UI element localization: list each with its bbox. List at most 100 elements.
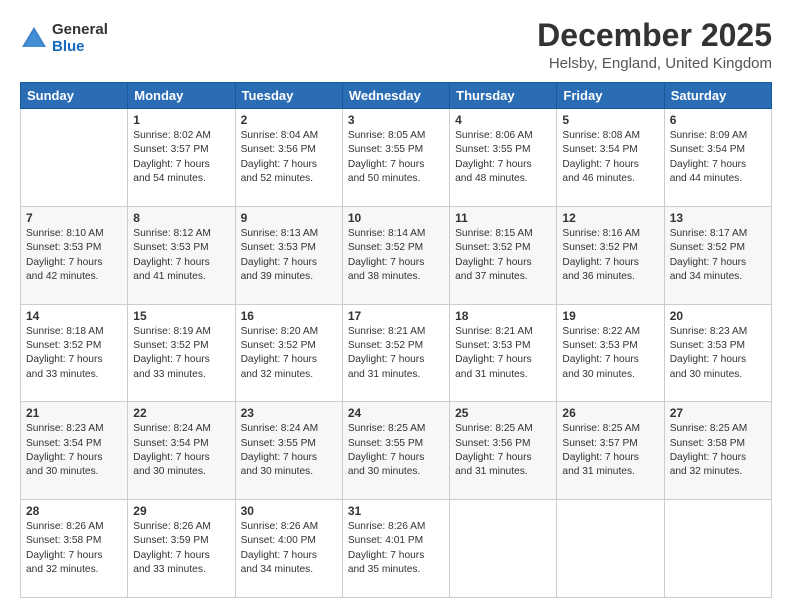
table-row: 20Sunrise: 8:23 AMSunset: 3:53 PMDayligh… bbox=[664, 304, 771, 402]
day-number: 12 bbox=[562, 211, 658, 225]
day-number: 1 bbox=[133, 113, 229, 127]
day-info: Sunrise: 8:25 AMSunset: 3:56 PMDaylight:… bbox=[455, 422, 551, 479]
day-info: Sunrise: 8:24 AMSunset: 3:55 PMDaylight:… bbox=[241, 422, 337, 479]
day-number: 6 bbox=[670, 113, 766, 127]
col-tuesday: Tuesday bbox=[235, 83, 342, 109]
day-number: 2 bbox=[241, 113, 337, 127]
calendar-header-row: Sunday Monday Tuesday Wednesday Thursday… bbox=[21, 83, 772, 109]
day-number: 7 bbox=[26, 211, 122, 225]
day-number: 3 bbox=[348, 113, 444, 127]
logo-general-text: General bbox=[52, 22, 108, 39]
day-number: 27 bbox=[670, 406, 766, 420]
table-row: 12Sunrise: 8:16 AMSunset: 3:52 PMDayligh… bbox=[557, 206, 664, 304]
table-row: 16 Sunrise: 8:20 AMSunset: 3:52 PMDayligh… bbox=[235, 304, 342, 402]
day-info: Sunrise: 8:17 AMSunset: 3:52 PMDaylight:… bbox=[670, 227, 766, 284]
day-number: 24 bbox=[348, 406, 444, 420]
day-number: 25 bbox=[455, 406, 551, 420]
day-number: 16 bbox=[241, 309, 337, 323]
day-number: 17 bbox=[348, 309, 444, 323]
day-info: Sunrise: 8:10 AMSunset: 3:53 PMDaylight:… bbox=[26, 227, 122, 284]
day-info: Sunrise: 8:26 AMSunset: 4:01 PMDaylight:… bbox=[348, 520, 444, 577]
col-thursday: Thursday bbox=[450, 83, 557, 109]
header: General Blue December 2025 Helsby, Engla… bbox=[20, 18, 772, 72]
day-info: Sunrise: 8:20 AMSunset: 3:52 PMDaylight:… bbox=[241, 325, 337, 382]
calendar-table: Sunday Monday Tuesday Wednesday Thursday… bbox=[20, 82, 772, 598]
table-row: 15 Sunrise: 8:19 AMSunset: 3:52 PMDayligh… bbox=[128, 304, 235, 402]
table-row: 27 Sunrise: 8:25 AMSunset: 3:58 PMDayligh… bbox=[664, 402, 771, 500]
day-info: Sunrise: 8:13 AMSunset: 3:53 PMDaylight:… bbox=[241, 227, 337, 284]
day-number: 15 bbox=[133, 309, 229, 323]
table-row: 10Sunrise: 8:14 AMSunset: 3:52 PMDayligh… bbox=[342, 206, 449, 304]
table-row: 26 Sunrise: 8:25 AMSunset: 3:57 PMDayligh… bbox=[557, 402, 664, 500]
table-row: 21 Sunrise: 8:23 AMSunset: 3:54 PMDayligh… bbox=[21, 402, 128, 500]
table-row: 29Sunrise: 8:26 AMSunset: 3:59 PMDayligh… bbox=[128, 500, 235, 598]
day-number: 8 bbox=[133, 211, 229, 225]
day-number: 18 bbox=[455, 309, 551, 323]
day-info: Sunrise: 8:08 AMSunset: 3:54 PMDaylight:… bbox=[562, 129, 658, 186]
table-row: 25 Sunrise: 8:25 AMSunset: 3:56 PMDayligh… bbox=[450, 402, 557, 500]
main-title: December 2025 bbox=[537, 18, 772, 53]
day-info: Sunrise: 8:26 AMSunset: 3:59 PMDaylight:… bbox=[133, 520, 229, 577]
day-info: Sunrise: 8:18 AMSunset: 3:52 PMDaylight:… bbox=[26, 325, 122, 382]
day-info: Sunrise: 8:25 AMSunset: 3:57 PMDaylight:… bbox=[562, 422, 658, 479]
logo-blue-text: Blue bbox=[52, 39, 108, 56]
day-number: 30 bbox=[241, 504, 337, 518]
col-friday: Friday bbox=[557, 83, 664, 109]
page: General Blue December 2025 Helsby, Engla… bbox=[0, 0, 792, 612]
col-saturday: Saturday bbox=[664, 83, 771, 109]
title-block: December 2025 Helsby, England, United Ki… bbox=[537, 18, 772, 72]
day-number: 23 bbox=[241, 406, 337, 420]
table-row: 30 Sunrise: 8:26 AMSunset: 4:00 PMDayligh… bbox=[235, 500, 342, 598]
table-row: 9 Sunrise: 8:13 AMSunset: 3:53 PMDaylight… bbox=[235, 206, 342, 304]
day-number: 11 bbox=[455, 211, 551, 225]
day-number: 4 bbox=[455, 113, 551, 127]
day-info: Sunrise: 8:19 AMSunset: 3:52 PMDaylight:… bbox=[133, 325, 229, 382]
table-row: 7 Sunrise: 8:10 AMSunset: 3:53 PMDaylight… bbox=[21, 206, 128, 304]
calendar-week-row: 7 Sunrise: 8:10 AMSunset: 3:53 PMDaylight… bbox=[21, 206, 772, 304]
day-info: Sunrise: 8:12 AMSunset: 3:53 PMDaylight:… bbox=[133, 227, 229, 284]
table-row: 24Sunrise: 8:25 AMSunset: 3:55 PMDayligh… bbox=[342, 402, 449, 500]
day-number: 19 bbox=[562, 309, 658, 323]
day-number: 14 bbox=[26, 309, 122, 323]
table-row: 17 Sunrise: 8:21 AMSunset: 3:52 PMDayligh… bbox=[342, 304, 449, 402]
table-row: 5 Sunrise: 8:08 AMSunset: 3:54 PMDaylight… bbox=[557, 109, 664, 207]
table-row: 6Sunrise: 8:09 AMSunset: 3:54 PMDaylight… bbox=[664, 109, 771, 207]
day-number: 5 bbox=[562, 113, 658, 127]
day-info: Sunrise: 8:21 AMSunset: 3:52 PMDaylight:… bbox=[348, 325, 444, 382]
day-info: Sunrise: 8:24 AMSunset: 3:54 PMDaylight:… bbox=[133, 422, 229, 479]
day-number: 21 bbox=[26, 406, 122, 420]
table-row: 11Sunrise: 8:15 AMSunset: 3:52 PMDayligh… bbox=[450, 206, 557, 304]
day-info: Sunrise: 8:23 AMSunset: 3:54 PMDaylight:… bbox=[26, 422, 122, 479]
table-row: 31 Sunrise: 8:26 AMSunset: 4:01 PMDayligh… bbox=[342, 500, 449, 598]
calendar-week-row: 14 Sunrise: 8:18 AMSunset: 3:52 PMDayligh… bbox=[21, 304, 772, 402]
day-number: 9 bbox=[241, 211, 337, 225]
day-info: Sunrise: 8:22 AMSunset: 3:53 PMDaylight:… bbox=[562, 325, 658, 382]
table-row: 8 Sunrise: 8:12 AMSunset: 3:53 PMDaylight… bbox=[128, 206, 235, 304]
table-row: 13 Sunrise: 8:17 AMSunset: 3:52 PMDayligh… bbox=[664, 206, 771, 304]
day-info: Sunrise: 8:14 AMSunset: 3:52 PMDaylight:… bbox=[348, 227, 444, 284]
day-number: 26 bbox=[562, 406, 658, 420]
day-info: Sunrise: 8:06 AMSunset: 3:55 PMDaylight:… bbox=[455, 129, 551, 186]
table-row: 1 Sunrise: 8:02 AMSunset: 3:57 PMDaylight… bbox=[128, 109, 235, 207]
table-row bbox=[21, 109, 128, 207]
calendar-body: 1 Sunrise: 8:02 AMSunset: 3:57 PMDaylight… bbox=[21, 109, 772, 598]
day-info: Sunrise: 8:26 AMSunset: 4:00 PMDaylight:… bbox=[241, 520, 337, 577]
day-info: Sunrise: 8:02 AMSunset: 3:57 PMDaylight:… bbox=[133, 129, 229, 186]
table-row: 4 Sunrise: 8:06 AMSunset: 3:55 PMDaylight… bbox=[450, 109, 557, 207]
day-info: Sunrise: 8:21 AMSunset: 3:53 PMDaylight:… bbox=[455, 325, 551, 382]
col-sunday: Sunday bbox=[21, 83, 128, 109]
day-info: Sunrise: 8:25 AMSunset: 3:58 PMDaylight:… bbox=[670, 422, 766, 479]
calendar-week-row: 1 Sunrise: 8:02 AMSunset: 3:57 PMDaylight… bbox=[21, 109, 772, 207]
day-info: Sunrise: 8:04 AMSunset: 3:56 PMDaylight:… bbox=[241, 129, 337, 186]
logo-text: General Blue bbox=[52, 22, 108, 55]
table-row: 22 Sunrise: 8:24 AMSunset: 3:54 PMDayligh… bbox=[128, 402, 235, 500]
table-row bbox=[450, 500, 557, 598]
table-row: 14 Sunrise: 8:18 AMSunset: 3:52 PMDayligh… bbox=[21, 304, 128, 402]
subtitle: Helsby, England, United Kingdom bbox=[537, 55, 772, 72]
day-info: Sunrise: 8:26 AMSunset: 3:58 PMDaylight:… bbox=[26, 520, 122, 577]
day-number: 13 bbox=[670, 211, 766, 225]
logo-icon bbox=[20, 25, 48, 53]
day-number: 22 bbox=[133, 406, 229, 420]
day-number: 31 bbox=[348, 504, 444, 518]
logo: General Blue bbox=[20, 22, 108, 55]
